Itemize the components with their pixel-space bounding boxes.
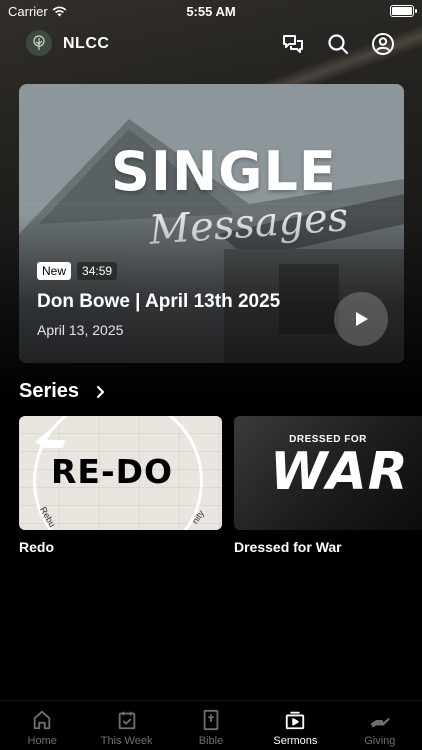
tree-icon: [33, 35, 45, 50]
series-title: Series: [19, 380, 80, 402]
arrow-icon: [35, 430, 65, 448]
status-time: 5:55 AM: [186, 4, 236, 19]
app-header: NLCC: [0, 30, 422, 58]
status-bar: Carrier 5:55 AM: [0, 0, 422, 22]
tab-label-giving: Giving: [364, 735, 396, 747]
featured-sermon-card[interactable]: SINGLE Messages New 34:59 Don Bowe | Apr…: [19, 84, 404, 363]
play-button[interactable]: [334, 292, 388, 346]
series-header[interactable]: Series: [19, 380, 107, 403]
bible-icon: [203, 709, 219, 731]
redo-art-text: RE-DO: [51, 452, 174, 491]
home-icon: [33, 710, 51, 730]
war-art-main: WAR: [270, 442, 409, 502]
series-card-redo[interactable]: RE-DO Rebu nity: [19, 416, 222, 530]
series-label-dressed-for-war[interactable]: Dressed for War: [234, 539, 342, 555]
hero-badges: New 34:59: [37, 262, 118, 280]
play-icon: [356, 312, 368, 326]
tab-label-bible: Bible: [198, 735, 224, 747]
tab-bar: Home This Week Bible Sermons Giving: [0, 700, 422, 750]
tab-label-this-week: This Week: [100, 735, 153, 747]
battery-icon: [390, 5, 417, 17]
chevron-right-icon: [96, 385, 105, 398]
search-icon[interactable]: [326, 32, 350, 56]
tab-giving[interactable]: Giving: [338, 701, 422, 750]
artwork-title: SINGLE: [111, 140, 337, 203]
tab-bible[interactable]: Bible: [169, 701, 253, 750]
tab-sermons[interactable]: Sermons: [253, 701, 337, 750]
profile-icon[interactable]: [371, 32, 395, 56]
calendar-icon: [118, 711, 135, 730]
sermon-title: Don Bowe | April 13th 2025: [37, 291, 281, 312]
sermons-icon: [286, 711, 305, 730]
series-label-redo[interactable]: Redo: [19, 539, 54, 555]
tab-label-home: Home: [27, 735, 57, 747]
new-badge: New: [37, 262, 72, 280]
church-logo[interactable]: [26, 30, 52, 56]
duration-badge: 34:59: [77, 262, 118, 280]
app-title: NLCC: [63, 35, 110, 52]
tab-this-week[interactable]: This Week: [84, 701, 168, 750]
series-card-dressed-for-war[interactable]: DRESSED FOR WAR: [234, 416, 422, 530]
sermon-date: April 13, 2025: [37, 322, 124, 338]
tab-home[interactable]: Home: [0, 701, 84, 750]
tab-label-sermons: Sermons: [273, 735, 318, 747]
chat-icon[interactable]: [281, 32, 305, 56]
giving-icon: [370, 717, 390, 728]
